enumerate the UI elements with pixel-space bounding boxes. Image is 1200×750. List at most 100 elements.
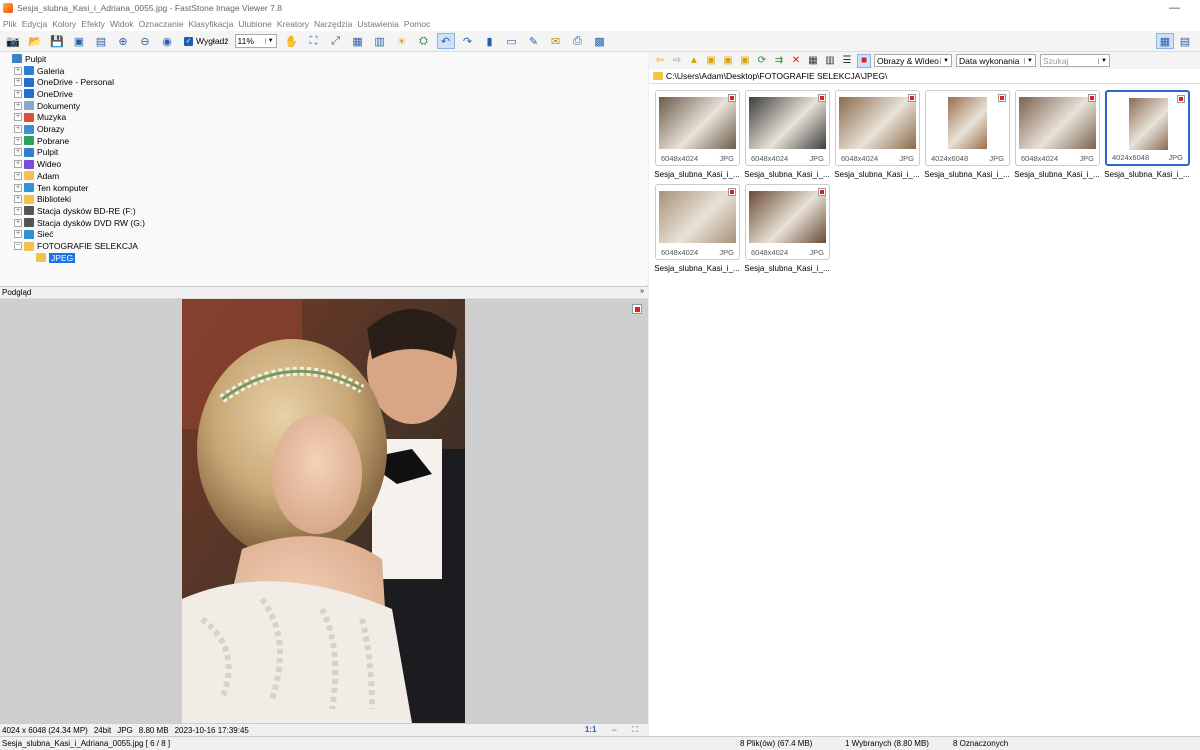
zoom-select[interactable]: 11% ▼ [234, 34, 277, 48]
tree-item[interactable]: + Obrazy [14, 123, 64, 135]
thumbnail-card[interactable]: 6048x4024 JPG [655, 90, 740, 166]
ratio-button[interactable]: 1:1 [585, 725, 597, 735]
menu-item-3[interactable]: Efekty [81, 19, 105, 29]
thumbnail-filename[interactable]: Sesja_slubna_Kasi_i_... [1012, 170, 1102, 179]
collapse-icon[interactable]: − [14, 242, 22, 251]
mark-icon[interactable] [728, 94, 736, 102]
layout-alt-icon[interactable]: ▤ [1176, 33, 1194, 49]
thumbnail-card[interactable]: 6048x4024 JPG [655, 184, 740, 260]
save-icon[interactable]: 💾 [48, 33, 66, 49]
thumbnail-filename[interactable]: Sesja_slubna_Kasi_i_... [652, 170, 742, 179]
details-view-icon[interactable]: ▦ [806, 54, 820, 68]
sort-select[interactable]: Data wykonania ▼ [956, 54, 1036, 67]
thumbnail-card[interactable]: 6048x4024 JPG [745, 90, 830, 166]
open-folder-icon[interactable]: 📂 [26, 33, 44, 49]
menu-item-6[interactable]: Klasyfikacja [188, 19, 233, 29]
folder-new-icon[interactable]: ▣ [738, 54, 752, 68]
compare-icon[interactable]: ▥ [371, 33, 389, 49]
mark-icon[interactable] [818, 188, 826, 196]
preview-photo[interactable] [182, 299, 465, 723]
expand-icon[interactable]: + [14, 89, 22, 98]
expand-icon[interactable]: + [14, 171, 22, 180]
tree-item[interactable]: + OneDrive [14, 88, 73, 100]
menu-item-0[interactable]: Plik [3, 19, 17, 29]
thumbnail-filename[interactable]: Sesja_slubna_Kasi_i_... [742, 264, 832, 273]
mark-filter-icon[interactable]: ■ [857, 53, 871, 68]
mark-icon[interactable] [1088, 94, 1096, 102]
preview-area[interactable] [0, 299, 648, 723]
hand-tool-icon[interactable]: ✋ [283, 33, 301, 49]
menu-item-7[interactable]: Ulubione [238, 19, 272, 29]
layout-view-icon[interactable]: ▦ [1156, 33, 1174, 49]
menu-item-10[interactable]: Ustawienia [357, 19, 399, 29]
minimize-button[interactable]: — [1169, 2, 1180, 14]
stamp-icon[interactable]: ⛭ [415, 33, 433, 49]
menu-item-8[interactable]: Kreatory [277, 19, 309, 29]
expand-icon[interactable]: + [14, 218, 22, 227]
folder-refresh-icon[interactable]: ▣ [704, 54, 718, 68]
tree-item[interactable]: + Biblioteki [14, 193, 71, 205]
delete-icon[interactable]: ✕ [789, 54, 803, 68]
list-view-icon[interactable]: ☰ [840, 54, 854, 68]
filter-select[interactable]: Obrazy & Wideo ▼ [874, 54, 952, 67]
mark-icon[interactable] [632, 304, 642, 314]
tree-item[interactable]: − FOTOGRAFIE SELEKCJA [14, 240, 138, 252]
expand-icon[interactable]: + [14, 101, 22, 110]
crop-icon[interactable]: ⛶ [305, 33, 323, 49]
tree-item[interactable]: + Stacja dysków BD-RE (F:) [14, 205, 136, 217]
thumbnail-filename[interactable]: Sesja_slubna_Kasi_i_... [1102, 170, 1192, 179]
tree-item[interactable]: + Sieć [14, 229, 54, 241]
tree-item[interactable]: + Stacja dysków DVD RW (G:) [14, 217, 145, 229]
path-bar[interactable]: C:\Users\Adam\Desktop\FOTOGRAFIE SELEKCJ… [649, 69, 1200, 84]
collapse-icon[interactable]: » [640, 288, 644, 295]
expand-icon[interactable]: + [14, 206, 22, 215]
menu-item-1[interactable]: Edycja [22, 19, 48, 29]
scan-icon[interactable]: ▩ [591, 33, 609, 49]
thumbnail-filename[interactable]: Sesja_slubna_Kasi_i_... [922, 170, 1012, 179]
rotate-icon[interactable]: ↶ [436, 33, 455, 49]
thumbnail-filename[interactable]: Sesja_slubna_Kasi_i_... [832, 170, 922, 179]
menu-item-4[interactable]: Widok [110, 19, 134, 29]
mark-icon[interactable] [908, 94, 916, 102]
back-arrow-icon[interactable]: ⇦ [653, 54, 667, 68]
tree-item[interactable]: + Pobrane [14, 135, 69, 147]
tree-item[interactable]: + Adam [14, 170, 59, 182]
expand-icon[interactable]: + [14, 148, 22, 157]
tree-item[interactable]: + Ten komputer [14, 182, 89, 194]
expand-icon[interactable]: + [14, 125, 22, 134]
mark-icon[interactable] [728, 188, 736, 196]
expand-icon[interactable]: + [14, 195, 22, 204]
mark-icon[interactable] [1177, 95, 1185, 103]
thumbnail-card[interactable]: 6048x4024 JPG [1015, 90, 1100, 166]
smooth-checkbox[interactable]: ✓ Wygładź [184, 36, 229, 46]
resize-icon[interactable]: ⤢ [327, 33, 345, 49]
email-icon[interactable]: ✉ [547, 33, 565, 49]
tree-item[interactable]: + Galeria [14, 65, 64, 77]
fit-icon[interactable]: ⇔ [610, 725, 618, 735]
thumbnails-view-icon[interactable]: ▥ [823, 54, 837, 68]
thumbnail-card[interactable]: 4024x6048 JPG [1105, 90, 1190, 166]
rotate-right-icon[interactable]: ↷ [459, 33, 477, 49]
expand-icon[interactable]: + [14, 160, 22, 169]
tree-item[interactable]: + OneDrive - Personal [14, 76, 114, 88]
slideshow-icon[interactable]: ▭ [503, 33, 521, 49]
camera-icon[interactable]: 📷 [4, 33, 22, 49]
menu-item-2[interactable]: Kolory [52, 19, 76, 29]
mark-icon[interactable] [998, 94, 1006, 102]
mark-icon[interactable] [818, 94, 826, 102]
tree-item[interactable]: JPEG [26, 252, 76, 264]
color-icon[interactable]: ▦ [349, 33, 367, 49]
fullscreen-icon[interactable]: ⛶ [632, 725, 638, 735]
expand-icon[interactable]: + [14, 66, 22, 75]
thumbnail-card[interactable]: 6048x4024 JPG [745, 184, 830, 260]
save-as-icon[interactable]: ▣ [70, 33, 88, 49]
expand-icon[interactable]: + [14, 136, 22, 145]
copy-to-icon[interactable]: ⟳ [755, 54, 769, 68]
draw-icon[interactable]: ✎ [525, 33, 543, 49]
zoom-in-icon[interactable]: ⊕ [114, 33, 132, 49]
thumbnail-filename[interactable]: Sesja_slubna_Kasi_i_... [652, 264, 742, 273]
tree-item[interactable]: + Pulpit [14, 147, 58, 159]
menu-item-9[interactable]: Narzędzia [314, 19, 352, 29]
histogram-icon[interactable]: ▮ [481, 33, 499, 49]
folder-favorite-icon[interactable]: ▣ [721, 54, 735, 68]
